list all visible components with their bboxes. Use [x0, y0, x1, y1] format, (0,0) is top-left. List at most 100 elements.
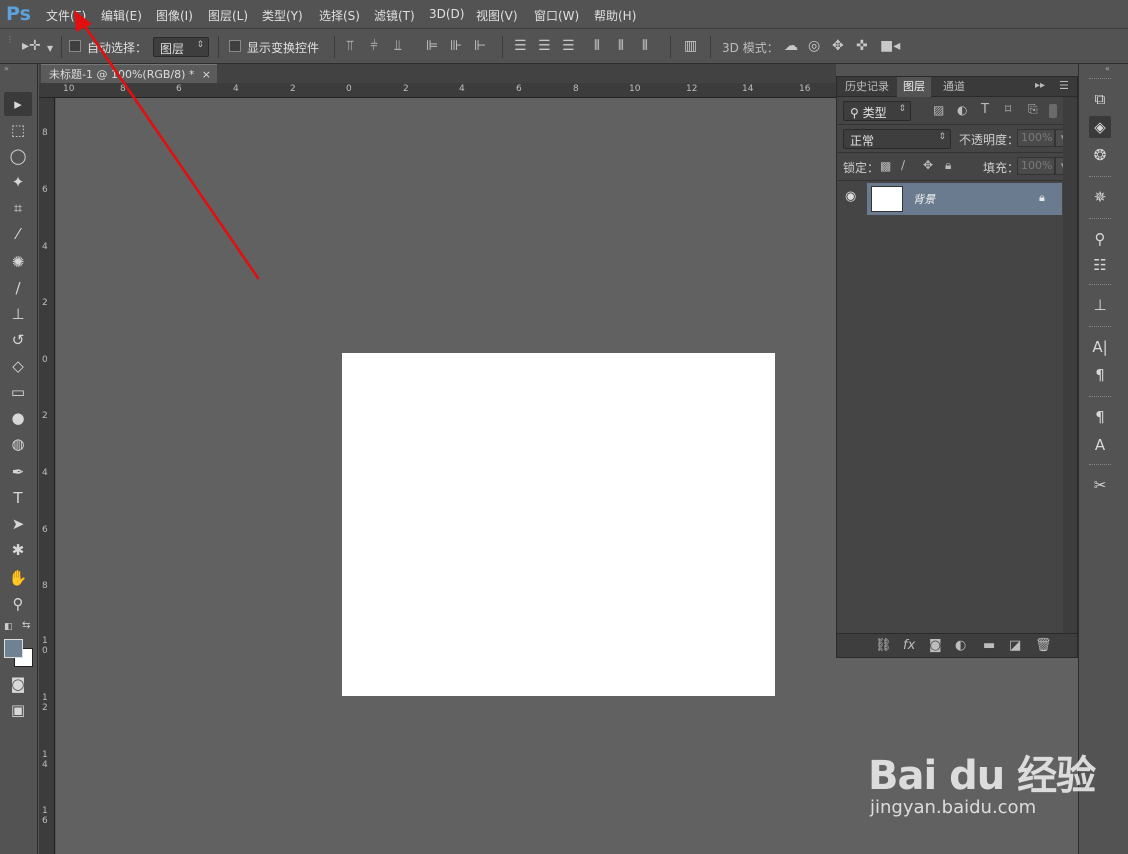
zoom-tool-icon[interactable]: ⚲ [4, 592, 32, 616]
menu-help[interactable]: 帮助(H) [594, 7, 636, 24]
shape-tool-icon[interactable]: ✱ [4, 538, 32, 562]
quick-mask-icon[interactable]: ◙ [4, 672, 32, 696]
brush-tool-icon[interactable]: ∕ [4, 276, 32, 300]
tab-layers[interactable]: 图层 [897, 77, 931, 97]
align-hcenter-icon[interactable]: ⊪ [450, 39, 462, 53]
menu-view[interactable]: 视图(V) [476, 7, 518, 24]
paragraph-panel-icon[interactable]: ¶ [1089, 364, 1111, 386]
default-colors-icon[interactable]: ◧ [4, 622, 13, 632]
filter-kind-dropdown[interactable]: ⚲ 类型 ⇕ [843, 101, 911, 121]
navigator-panel-icon[interactable]: ✵ [1089, 186, 1111, 208]
document-canvas[interactable] [342, 353, 775, 696]
menu-type[interactable]: 类型(Y) [262, 7, 303, 24]
menu-3d[interactable]: 3D(D) [429, 7, 464, 21]
marquee-tool-icon[interactable]: ⬚ [4, 118, 32, 142]
type-tool-icon[interactable]: T [4, 486, 32, 510]
fill-input[interactable]: 100% [1017, 157, 1055, 175]
adjustments-panel-icon[interactable]: ☷ [1089, 254, 1111, 276]
fx-icon[interactable]: fx [903, 638, 915, 653]
tab-history[interactable]: 历史记录 [839, 77, 895, 97]
eye-icon[interactable]: ◉ [845, 189, 856, 204]
menu-file[interactable]: 文件(F) [46, 7, 86, 24]
auto-align-icon[interactable]: ▥ [684, 39, 697, 53]
crop-tool-icon[interactable]: ⌗ [4, 196, 32, 220]
move-tool-preset-icon[interactable]: ▸✛ [22, 39, 41, 53]
filter-type-icon[interactable]: T [981, 102, 989, 117]
tool-presets-icon[interactable]: ✂ [1089, 474, 1111, 496]
document-tab[interactable]: 未标题-1 @ 100%(RGB/8) * × [41, 64, 217, 83]
filter-adjustment-icon[interactable]: ◐ [957, 103, 967, 117]
panel-menu-icon[interactable]: ☰ [1059, 79, 1069, 92]
ruler-vertical[interactable]: 8 6 4 2 0 2 4 6 8 1 0 1 2 1 4 1 6 [39, 98, 55, 854]
menu-select[interactable]: 选择(S) [319, 7, 360, 24]
screen-mode-icon[interactable]: ▣ [4, 698, 32, 722]
align-bottom-icon[interactable]: ⫫ [394, 39, 402, 53]
healing-brush-tool-icon[interactable]: ✺ [4, 250, 32, 274]
clone-source-icon[interactable]: ⊥ [1089, 294, 1111, 316]
align-vcenter-icon[interactable]: ⫩ [370, 39, 378, 53]
lock-pixels-icon[interactable]: ∕ [901, 158, 905, 172]
align-left-icon[interactable]: ⊫ [426, 39, 438, 53]
filter-shape-icon[interactable]: ⌑ [1005, 102, 1011, 116]
history-brush-tool-icon[interactable]: ↺ [4, 328, 32, 352]
panel-scrollbar[interactable] [1063, 97, 1077, 633]
distribute-left-icon[interactable]: ⫴ [594, 39, 600, 53]
ruler-horizontal[interactable]: 10 8 6 4 2 0 2 4 6 8 10 12 14 16 [39, 83, 836, 98]
filter-toggle[interactable] [1049, 104, 1057, 118]
show-transform-checkbox[interactable] [229, 40, 241, 52]
character-panel-icon[interactable]: A| [1089, 336, 1111, 358]
close-tab-icon[interactable]: × [202, 65, 211, 84]
opacity-input[interactable]: 100% [1017, 129, 1055, 147]
auto-select-dropdown[interactable]: 图层 ⇕ [153, 37, 209, 57]
3d-pan-icon[interactable]: ✥ [832, 39, 844, 53]
3d-rotate-icon[interactable]: ☁ [784, 39, 798, 53]
move-tool-icon[interactable]: ▸ [4, 92, 32, 116]
paragraph-styles-icon[interactable]: ¶ [1089, 406, 1111, 428]
blur-tool-icon[interactable]: ● [4, 406, 32, 430]
channels-panel-icon[interactable]: ❂ [1089, 144, 1111, 166]
menu-filter[interactable]: 滤镜(T) [374, 7, 415, 24]
character-styles-icon[interactable]: A [1089, 434, 1111, 456]
trash-icon[interactable]: 🗑︎ [1035, 638, 1052, 653]
add-mask-icon[interactable]: ◙ [929, 638, 942, 653]
hand-tool-icon[interactable]: ✋ [4, 566, 32, 590]
link-layers-icon[interactable]: ⛓ [875, 638, 892, 653]
3d-roll-icon[interactable]: ◎ [808, 39, 820, 53]
lasso-tool-icon[interactable]: ◯ [4, 144, 32, 168]
filter-pixel-icon[interactable]: ▨ [933, 103, 944, 117]
swap-colors-icon[interactable]: ⇆ [22, 620, 30, 631]
3d-scale-icon[interactable]: ■◂ [880, 39, 900, 53]
distribute-top-icon[interactable]: ☰ [514, 39, 527, 53]
distribute-hcenter-icon[interactable]: ⫴ [618, 39, 624, 53]
menu-image[interactable]: 图像(I) [156, 7, 193, 24]
history-panel-icon[interactable]: ⧉ [1089, 88, 1111, 110]
chevron-down-icon[interactable]: ▼ [47, 42, 53, 56]
gradient-tool-icon[interactable]: ▭ [4, 380, 32, 404]
filter-smart-object-icon[interactable]: ⎘ [1028, 102, 1038, 117]
new-layer-icon[interactable]: ◪ [1009, 638, 1021, 653]
brush-presets-icon[interactable]: ⚲ [1089, 228, 1111, 250]
distribute-right-icon[interactable]: ⫴ [642, 39, 648, 53]
tab-channels[interactable]: 通道 [937, 77, 971, 97]
layer-row[interactable]: 背景 🔒︎ [867, 183, 1062, 215]
lock-transparent-icon[interactable]: ▩ [880, 159, 891, 173]
layers-panel-icon[interactable]: ◈ [1089, 116, 1111, 138]
pen-tool-icon[interactable]: ✒ [4, 460, 32, 484]
adjustment-layer-icon[interactable]: ◐ [955, 638, 966, 653]
distribute-bottom-icon[interactable]: ☰ [562, 39, 575, 53]
clone-stamp-tool-icon[interactable]: ⊥ [4, 302, 32, 326]
dodge-tool-icon[interactable]: ◍ [4, 432, 32, 456]
lock-position-icon[interactable]: ✥ [923, 158, 933, 172]
path-selection-tool-icon[interactable]: ➤ [4, 512, 32, 536]
eraser-tool-icon[interactable]: ◇ [4, 354, 32, 378]
align-top-icon[interactable]: ⫪ [346, 39, 354, 53]
auto-select-checkbox[interactable] [69, 40, 81, 52]
foreground-color-swatch[interactable] [4, 639, 23, 658]
collapse-icon[interactable]: » [4, 64, 9, 73]
magic-wand-tool-icon[interactable]: ✦ [4, 170, 32, 194]
collapse-icon[interactable]: « [1105, 64, 1110, 73]
menu-layer[interactable]: 图层(L) [208, 7, 248, 24]
3d-slide-icon[interactable]: ✜ [856, 39, 868, 53]
new-group-icon[interactable]: ▬ [983, 638, 995, 653]
eyedropper-tool-icon[interactable]: ⁄ [4, 222, 32, 246]
